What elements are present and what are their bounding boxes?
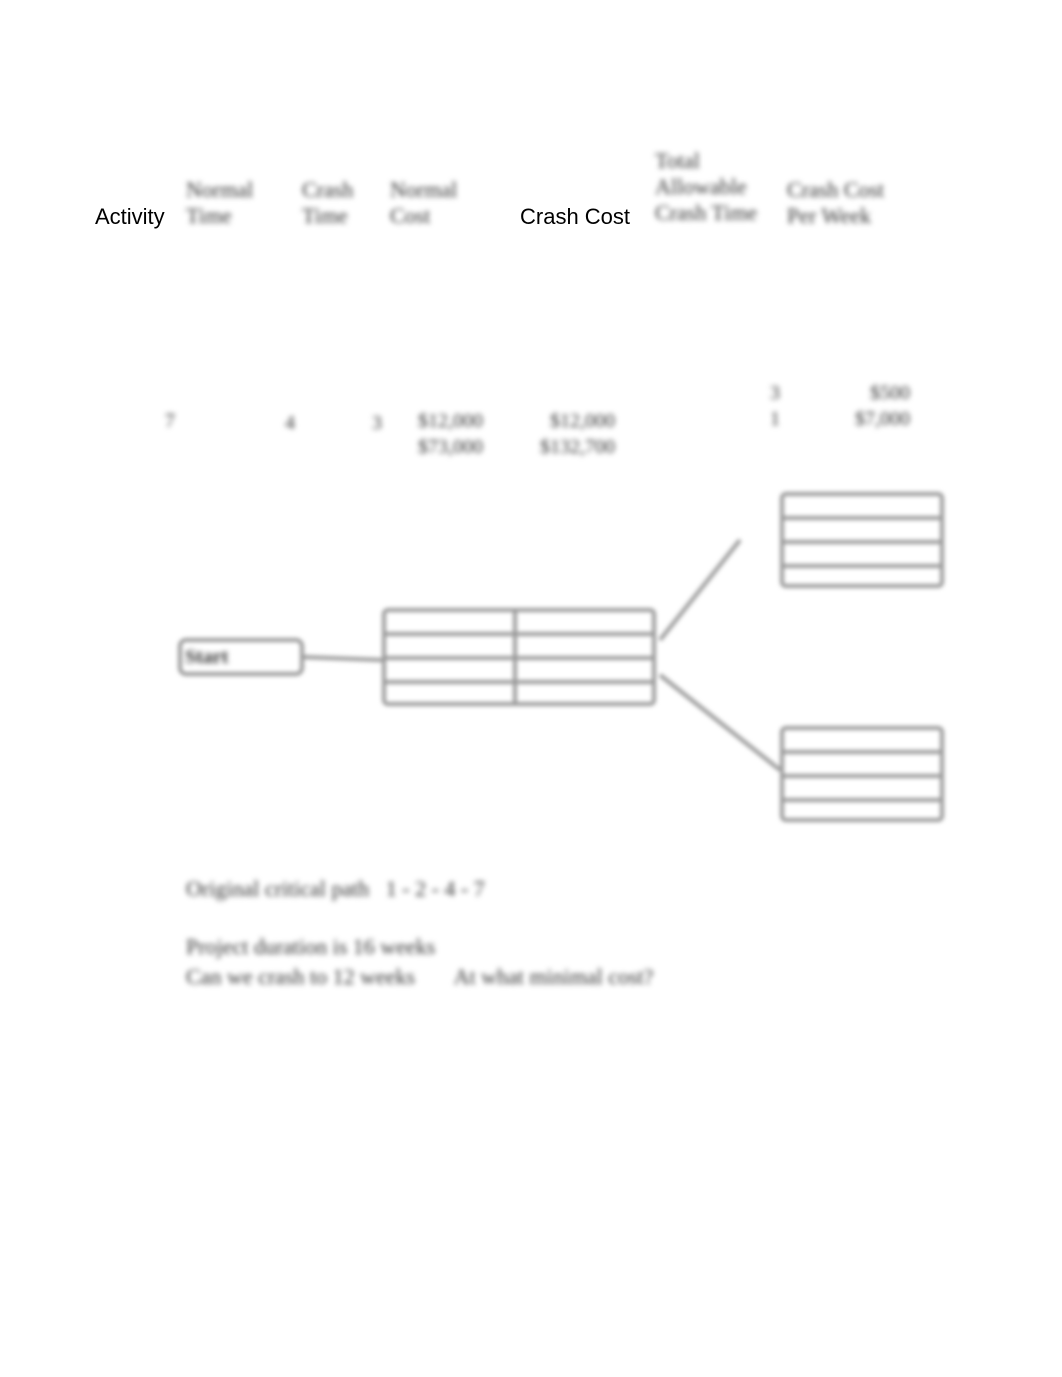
arrow-to-bottom-node <box>658 673 782 772</box>
arrow-start-to-node <box>301 655 383 662</box>
question-note: Can we crash to 12 weeks At what minimal… <box>186 964 654 989</box>
critical-path-note: Original critical path 1 - 2 - 4 - 7 <box>186 876 485 901</box>
network-diagram <box>178 492 944 822</box>
start-node-label: Start <box>185 646 229 668</box>
arrow-to-top-node <box>658 538 742 642</box>
duration-note: Project duration is 16 weeks <box>186 934 436 959</box>
